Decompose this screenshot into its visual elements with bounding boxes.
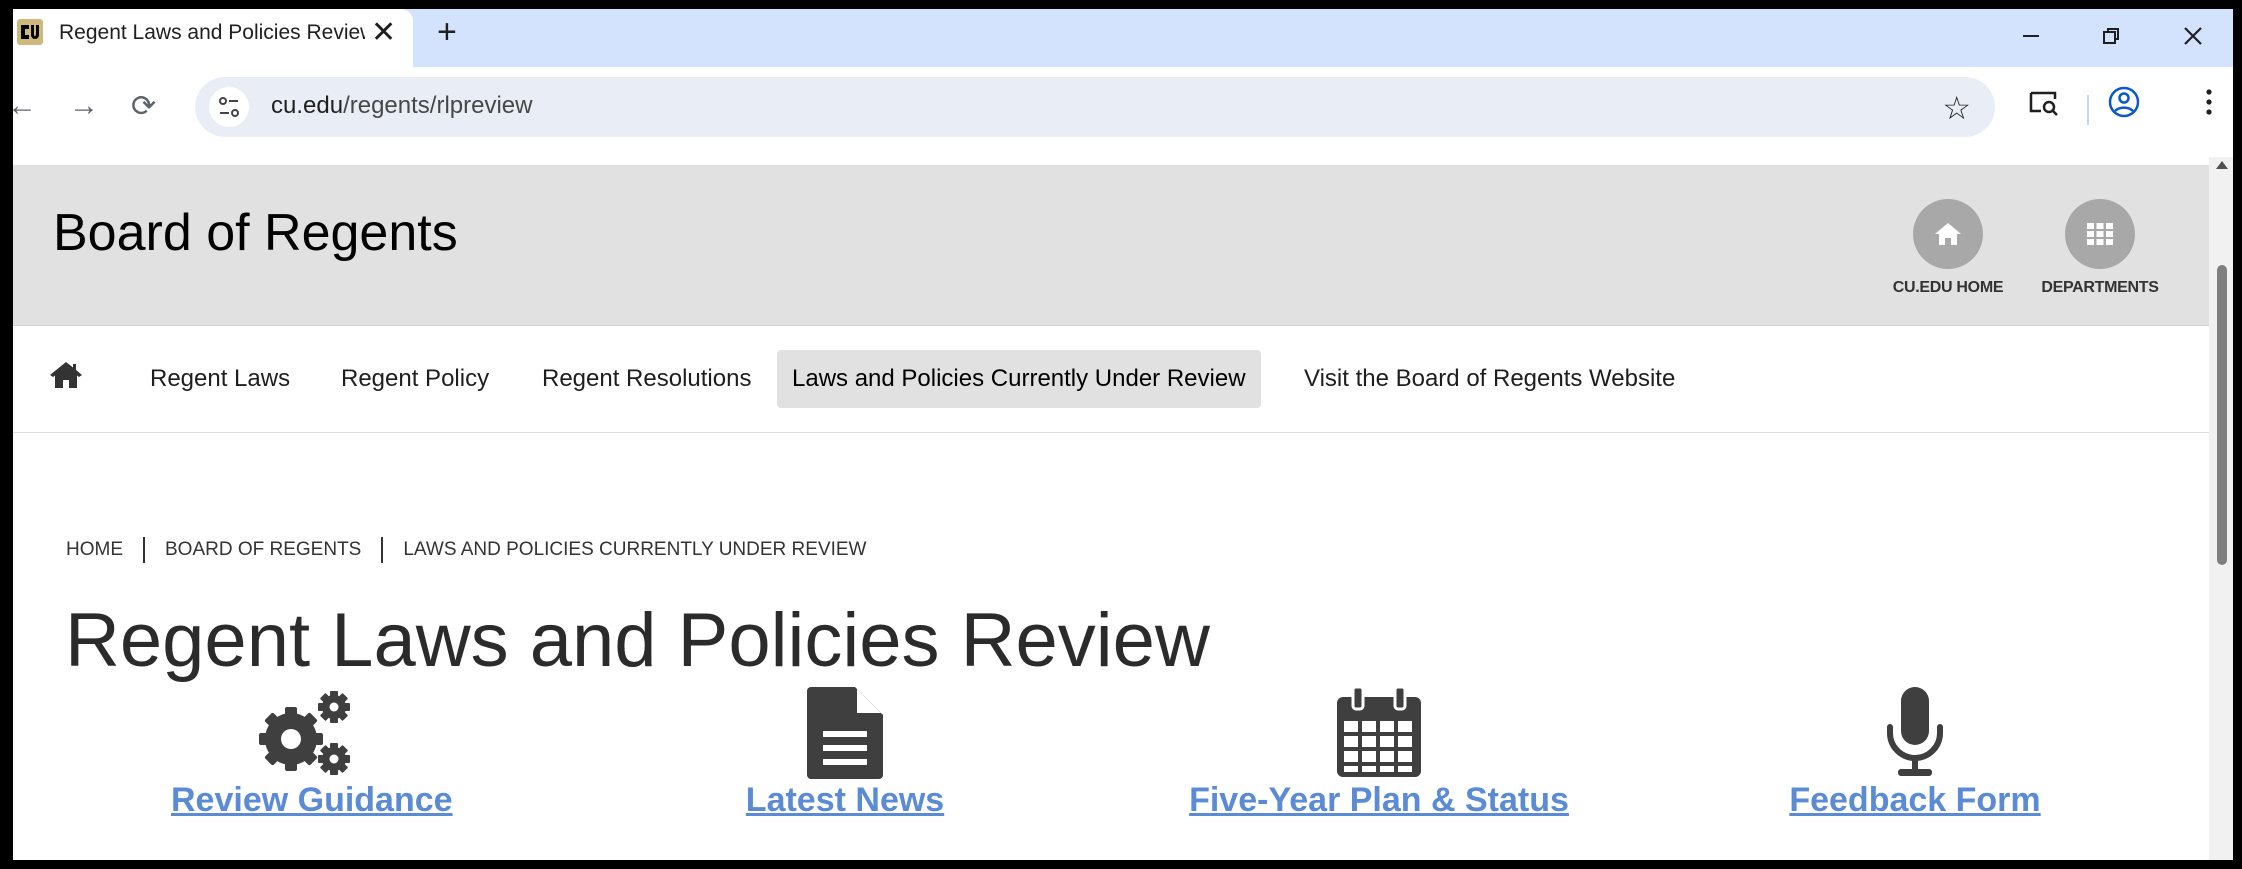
- gears-icon: [259, 691, 350, 775]
- document-icon: [807, 687, 883, 779]
- breadcrumb: HOME BOARD OF REGENTS LAWS AND POLICIES …: [66, 537, 866, 563]
- cu-edu-home-button[interactable]: CU.EDU HOME: [1873, 199, 2023, 297]
- menu-dots-icon[interactable]: [2199, 85, 2219, 119]
- tab-title: Regent Laws and Policies Review: [59, 21, 365, 44]
- breadcrumb-board-of-regents[interactable]: BOARD OF REGENTS: [165, 539, 361, 561]
- page-title: Regent Laws and Policies Review: [65, 598, 1210, 683]
- reload-icon[interactable]: ⟳: [131, 89, 156, 124]
- site-title[interactable]: Board of Regents: [53, 203, 458, 263]
- cu-edu-home-label: CU.EDU HOME: [1892, 279, 2004, 296]
- scrollbar-thumb[interactable]: [2217, 265, 2227, 565]
- tab-strip: Regent Laws and Policies Review ✕ +: [13, 9, 2233, 67]
- feature-review-guidance: Review Guidance: [171, 687, 453, 820]
- close-tab-icon[interactable]: ✕: [371, 15, 396, 50]
- url-text[interactable]: cu.edu/regents/rlpreview: [271, 92, 532, 120]
- calendar-icon: [1337, 687, 1421, 777]
- lens-search-icon[interactable]: [2027, 85, 2061, 119]
- breadcrumb-home[interactable]: HOME: [66, 539, 123, 561]
- main-nav: Regent Laws Regent Policy Regent Resolut…: [13, 326, 2209, 433]
- page-scrollbar[interactable]: [2209, 157, 2233, 860]
- browser-toolbar: ← → ⟳ cu.edu/regents/rlpreview ☆: [13, 67, 2233, 157]
- profile-icon[interactable]: [2107, 85, 2141, 119]
- url-domain: cu.edu: [271, 92, 344, 119]
- nav-visit-board-website[interactable]: Visit the Board of Regents Website: [1289, 350, 1690, 408]
- nav-regent-laws[interactable]: Regent Laws: [135, 350, 305, 408]
- departments-button[interactable]: DEPARTMENTS: [2025, 199, 2175, 297]
- cu-logo-icon: [17, 19, 43, 45]
- forward-arrow-icon[interactable]: →: [69, 89, 99, 123]
- five-year-plan-link[interactable]: Five-Year Plan & Status: [1179, 781, 1579, 820]
- back-arrow-icon[interactable]: ←: [13, 89, 37, 123]
- browser-tab[interactable]: Regent Laws and Policies Review ✕: [13, 9, 413, 67]
- home-icon: [1935, 223, 1961, 245]
- browser-window: Regent Laws and Policies Review ✕ + ← → …: [13, 9, 2233, 860]
- close-window-icon[interactable]: [2163, 13, 2223, 59]
- nav-regent-policy[interactable]: Regent Policy: [326, 350, 504, 408]
- feature-five-year-plan: Five-Year Plan & Status: [1179, 687, 1579, 820]
- page-content: Board of Regents CU.EDU HOME DEPARTMENTS…: [13, 157, 2209, 860]
- site-info-icon[interactable]: [209, 87, 249, 127]
- grid-icon: [2087, 223, 2113, 245]
- toolbar-separator: [2087, 95, 2089, 125]
- site-header: Board of Regents CU.EDU HOME DEPARTMENTS: [13, 165, 2209, 326]
- url-path: /regents/rlpreview: [343, 92, 533, 119]
- feedback-form-link[interactable]: Feedback Form: [1775, 781, 2055, 820]
- breadcrumb-current: LAWS AND POLICIES CURRENTLY UNDER REVIEW: [403, 539, 867, 560]
- nav-regent-resolutions[interactable]: Regent Resolutions: [527, 350, 766, 408]
- departments-label: DEPARTMENTS: [2041, 279, 2159, 296]
- bookmark-star-icon[interactable]: ☆: [1942, 89, 1971, 127]
- feature-latest-news: Latest News: [715, 687, 975, 820]
- nav-home-icon[interactable]: [49, 360, 83, 390]
- new-tab-icon[interactable]: +: [437, 13, 457, 52]
- feature-feedback-form: Feedback Form: [1775, 687, 2055, 820]
- breadcrumb-separator: [381, 537, 384, 563]
- restore-icon[interactable]: [2081, 13, 2141, 59]
- breadcrumb-separator: [143, 537, 145, 563]
- nav-laws-policies-under-review[interactable]: Laws and Policies Currently Under Review: [777, 350, 1261, 408]
- address-bar[interactable]: cu.edu/regents/rlpreview ☆: [195, 77, 1995, 137]
- latest-news-link[interactable]: Latest News: [715, 781, 975, 820]
- minimize-icon[interactable]: [2001, 13, 2061, 59]
- microphone-icon: [1887, 687, 1943, 776]
- scroll-up-icon[interactable]: [2216, 161, 2228, 169]
- review-guidance-link[interactable]: Review Guidance: [171, 781, 453, 820]
